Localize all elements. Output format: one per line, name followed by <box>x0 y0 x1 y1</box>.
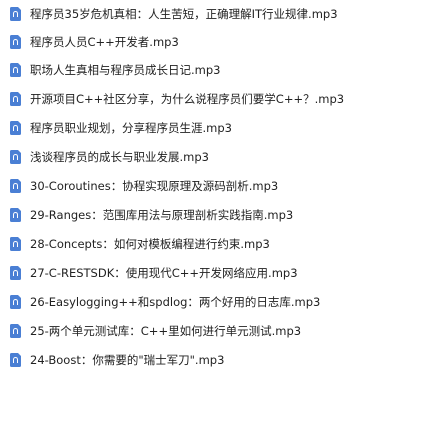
file-name: 开源项目C++社区分享，为什么说程序员们要学C++？.mp3 <box>30 92 345 106</box>
audio-file-icon <box>10 324 21 338</box>
file-name: 职场人生真相与程序员成长日记.mp3 <box>30 63 221 77</box>
file-row[interactable]: 28-Concepts：如何对模板编程进行约束.mp3 <box>0 230 444 258</box>
file-name: 程序员35岁危机真相：人生苦短，正确理解IT行业规律.mp3 <box>30 7 338 21</box>
file-row[interactable]: 25-两个单元测试库：C++里如何进行单元测试.mp3 <box>0 317 444 345</box>
file-name: 程序员人员C++开发者.mp3 <box>30 35 179 49</box>
audio-file-icon <box>10 237 21 251</box>
file-name: 25-两个单元测试库：C++里如何进行单元测试.mp3 <box>30 324 302 338</box>
file-row[interactable]: 26-Easylogging++和spdlog：两个好用的日志库.mp3 <box>0 288 444 316</box>
audio-file-icon <box>10 295 21 309</box>
file-row[interactable]: 24-Boost：你需要的"瑞士军刀".mp3 <box>0 346 444 374</box>
audio-file-icon <box>10 150 21 164</box>
audio-file-icon <box>10 266 21 280</box>
file-list: 程序员35岁危机真相：人生苦短，正确理解IT行业规律.mp3 程序员人员C++开… <box>0 0 444 437</box>
audio-file-icon <box>10 92 21 106</box>
audio-file-icon <box>10 179 21 193</box>
file-name: 30-Coroutines：协程实现原理及源码剖析.mp3 <box>30 179 279 193</box>
file-row[interactable]: 27-C-RESTSDK：使用现代C++开发网络应用.mp3 <box>0 259 444 287</box>
file-name: 26-Easylogging++和spdlog：两个好用的日志库.mp3 <box>30 295 321 309</box>
file-row[interactable]: 浅谈程序员的成长与职业发展.mp3 <box>0 143 444 171</box>
audio-file-icon <box>10 208 21 222</box>
audio-file-icon <box>10 35 21 49</box>
file-row[interactable]: 开源项目C++社区分享，为什么说程序员们要学C++？.mp3 <box>0 85 444 113</box>
audio-file-icon <box>10 7 21 21</box>
file-row[interactable]: 职场人生真相与程序员成长日记.mp3 <box>0 56 444 84</box>
file-name: 28-Concepts：如何对模板编程进行约束.mp3 <box>30 237 270 251</box>
audio-file-icon <box>10 63 21 77</box>
file-name: 27-C-RESTSDK：使用现代C++开发网络应用.mp3 <box>30 266 298 280</box>
file-row[interactable]: 29-Ranges：范围库用法与原理剖析实践指南.mp3 <box>0 201 444 229</box>
file-name: 24-Boost：你需要的"瑞士军刀".mp3 <box>30 353 225 367</box>
file-name: 程序员职业规划，分享程序员生涯.mp3 <box>30 121 232 135</box>
audio-file-icon <box>10 353 21 367</box>
file-name: 浅谈程序员的成长与职业发展.mp3 <box>30 150 209 164</box>
file-row[interactable]: 程序员人员C++开发者.mp3 <box>0 28 444 56</box>
audio-file-icon <box>10 121 21 135</box>
file-name: 29-Ranges：范围库用法与原理剖析实践指南.mp3 <box>30 208 294 222</box>
file-row[interactable]: 程序员35岁危机真相：人生苦短，正确理解IT行业规律.mp3 <box>0 0 444 28</box>
file-row[interactable]: 程序员职业规划，分享程序员生涯.mp3 <box>0 114 444 142</box>
file-row[interactable]: 30-Coroutines：协程实现原理及源码剖析.mp3 <box>0 172 444 200</box>
